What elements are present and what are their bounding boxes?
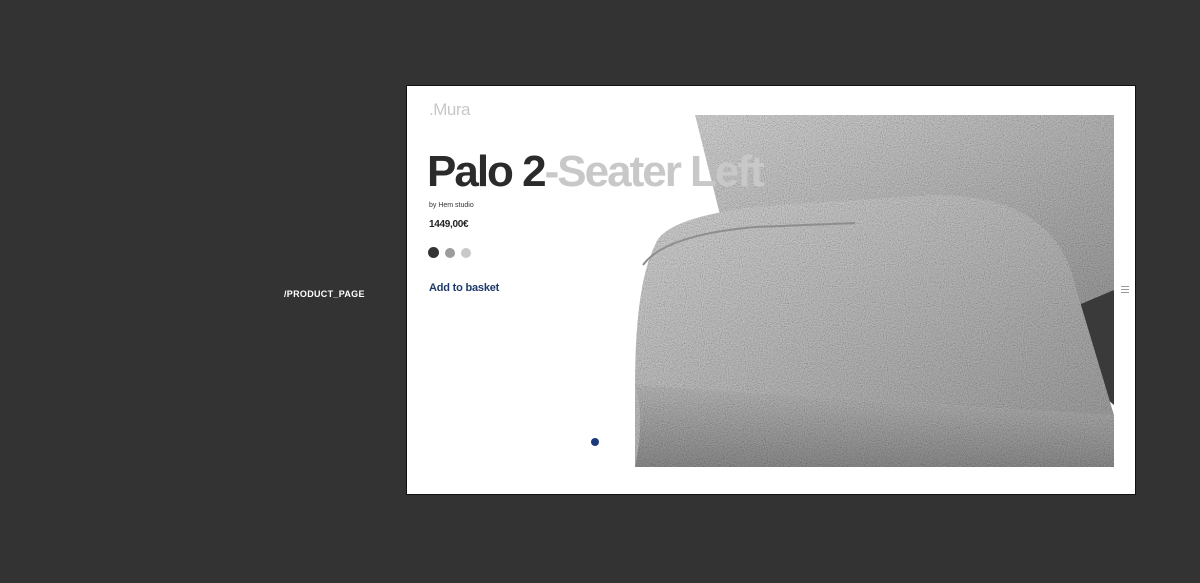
product-byline: by Hem studio — [429, 202, 474, 209]
stage: /PRODUCT_PAGE .Mura Palo 2-Seater Left b… — [0, 0, 1200, 583]
product-price: 1449,00€ — [429, 219, 469, 230]
product-title-primary: Palo 2 — [427, 147, 547, 196]
brand-logo[interactable]: .Mura — [429, 100, 470, 120]
product-title-secondary: -Seater Left — [544, 147, 765, 196]
product-title: Palo 2-Seater Left — [427, 147, 765, 196]
product-page-frame: .Mura Palo 2-Seater Left by Hem studio 1… — [406, 85, 1136, 495]
swatch-dark-gray[interactable] — [428, 247, 439, 258]
menu-icon[interactable] — [1121, 286, 1129, 295]
swatch-light-gray[interactable] — [461, 247, 471, 258]
swatch-mid-gray[interactable] — [445, 247, 455, 258]
page-label: /PRODUCT_PAGE — [284, 289, 365, 299]
color-swatches — [428, 247, 471, 258]
carousel-dot-active[interactable] — [591, 438, 599, 446]
add-to-basket-button[interactable]: Add to basket — [429, 282, 499, 294]
